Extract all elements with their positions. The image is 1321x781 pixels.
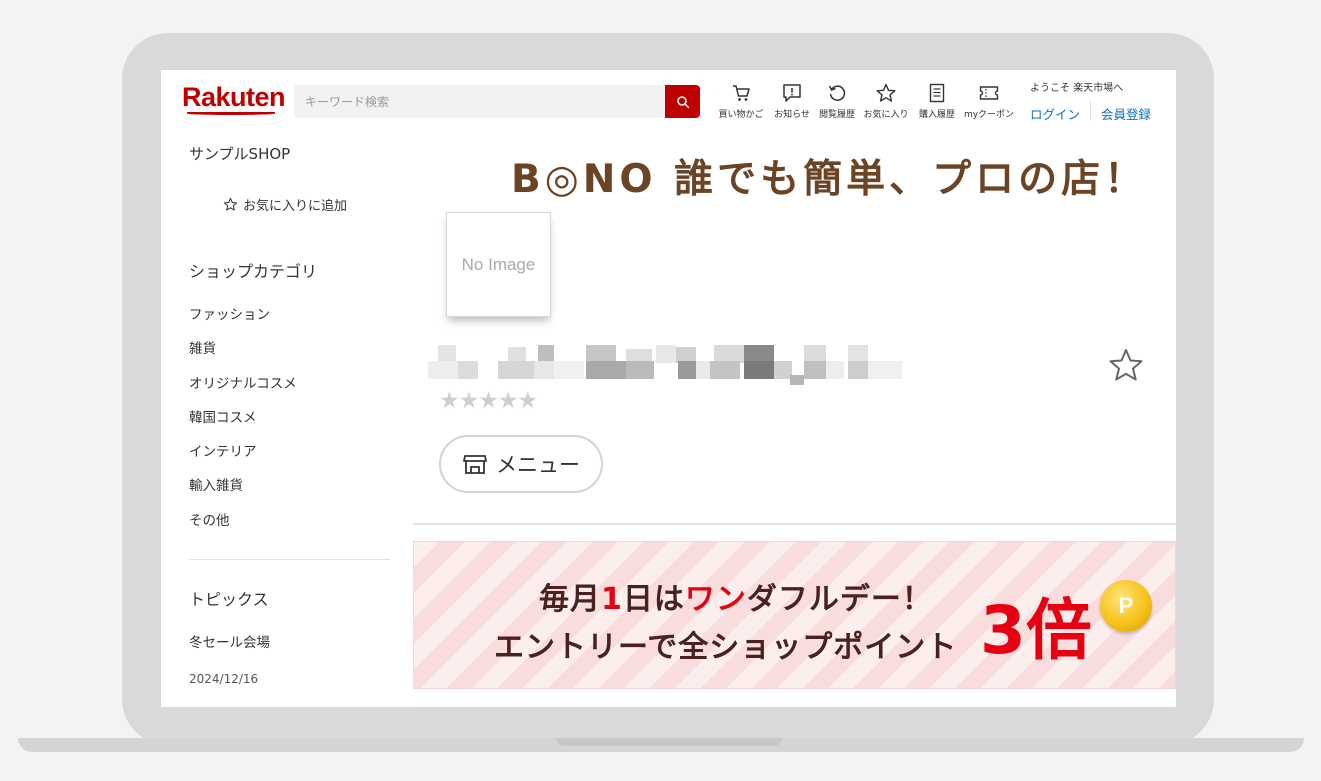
promo-text: 毎月 <box>539 582 601 617</box>
notification-icon <box>783 84 801 102</box>
menu-button[interactable]: メニュー <box>439 435 603 493</box>
category-item[interactable]: ファッション <box>189 303 297 337</box>
category-title: ショップカテゴリ <box>189 262 318 281</box>
shop-logo-placeholder: No Image <box>446 212 551 317</box>
shop-icon <box>463 455 487 474</box>
cart-icon <box>733 85 750 101</box>
category-item[interactable]: 韓国コスメ <box>189 406 297 440</box>
nav-purchase-history[interactable]: 購入履歴 <box>909 82 965 120</box>
register-link[interactable]: 会員登録 <box>1101 104 1151 123</box>
pixelated-shop-title <box>428 345 902 385</box>
nav-cart-label: 買い物かご <box>718 110 764 120</box>
search-input[interactable] <box>294 85 665 118</box>
logo-underline <box>187 112 275 115</box>
nav-favorites-label: お気に入り <box>863 110 909 120</box>
login-link[interactable]: ログイン <box>1030 104 1080 123</box>
promo-text-red: ワン <box>684 582 747 617</box>
promo-multiplier: 3倍 <box>980 592 1092 669</box>
main-divider <box>413 523 1176 525</box>
nav-browsing-history[interactable]: 閲覧履歴 <box>809 82 865 120</box>
promo-text-red: 1 <box>601 582 623 617</box>
nav-my-coupon-label: myクーポン <box>963 110 1015 120</box>
shop-sidebar: サンプルSHOP お気に入りに追加 ショップカテゴリ ファッション 雑貨 オリジ… <box>161 130 401 707</box>
nav-purchase-history-label: 購入履歴 <box>918 110 955 120</box>
welcome-text: ようこそ 楽天市場へ <box>1030 83 1124 94</box>
topics-title: トピックス <box>189 590 269 609</box>
promo-text: ダフルデー！ <box>746 582 933 617</box>
point-coin-icon: P <box>1100 580 1152 632</box>
shop-banner[interactable]: B◎NO 誰でも簡単、プロの店！ <box>511 148 1147 204</box>
nav-my-coupon[interactable]: myクーポン <box>961 82 1017 120</box>
nav-browsing-history-label: 閲覧履歴 <box>818 110 855 120</box>
category-item[interactable]: インテリア <box>189 440 297 474</box>
topic-item[interactable]: 冬セール会場 <box>189 631 270 651</box>
shop-name[interactable]: サンプルSHOP <box>189 143 290 164</box>
search-icon <box>676 95 689 108</box>
star-outline-icon <box>223 197 238 211</box>
topic-date: 2024/12/16 <box>189 672 259 686</box>
category-list: ファッション 雑貨 オリジナルコスメ 韓国コスメ インテリア 輸入雑貨 その他 <box>189 303 297 543</box>
search-button[interactable] <box>665 85 700 118</box>
site-header: Rakuten 買い物かご お知らせ <box>161 70 1176 130</box>
history-icon <box>828 85 846 101</box>
nav-notifications-label: お知らせ <box>774 110 810 120</box>
wonderful-day-promo-banner[interactable]: 毎月1日はワンダフルデー！ エントリーで全ショップポイント 3倍 P <box>413 541 1176 689</box>
category-item[interactable]: 輸入雑貨 <box>189 474 297 508</box>
promo-line-2: エントリーで全ショップポイント <box>494 630 958 665</box>
rating-stars: ★★★★★ <box>439 388 538 414</box>
add-to-favorites-button[interactable]: お気に入りに追加 <box>223 195 347 214</box>
header-divider <box>1090 101 1091 121</box>
menu-button-label: メニュー <box>496 453 580 477</box>
category-item[interactable]: 雑貨 <box>189 337 297 371</box>
favorite-star-icon[interactable] <box>1107 347 1145 385</box>
add-to-favorites-label: お気に入りに追加 <box>243 199 348 214</box>
nav-favorites[interactable]: お気に入り <box>858 82 914 120</box>
coupon-icon <box>979 86 999 100</box>
star-icon <box>876 83 896 102</box>
category-item[interactable]: オリジナルコスメ <box>189 372 297 406</box>
laptop-notch <box>556 738 782 746</box>
category-item[interactable]: その他 <box>189 509 297 543</box>
sidebar-divider <box>189 559 390 560</box>
promo-line-1: 毎月1日はワンダフルデー！ <box>539 574 933 618</box>
rakuten-logo[interactable]: Rakuten <box>182 82 286 113</box>
purchase-history-icon <box>929 83 945 103</box>
browser-screen: Rakuten 買い物かご お知らせ <box>161 70 1176 707</box>
promo-text: 日は <box>622 582 685 617</box>
nav-cart[interactable]: 買い物かご <box>713 82 769 120</box>
